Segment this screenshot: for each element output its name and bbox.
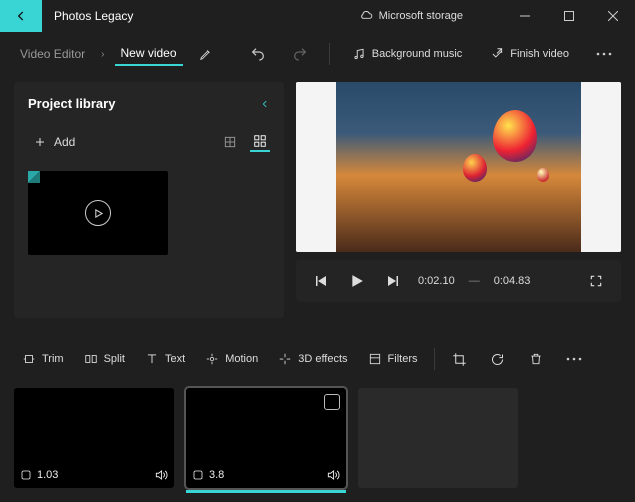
preview-content [493,110,537,162]
app-title: Photos Legacy [54,9,133,23]
single-view-button[interactable] [220,132,240,152]
duration-icon [192,469,204,481]
chevron-right-icon: › [101,49,104,60]
music-icon [352,47,366,61]
background-music-button[interactable]: Background music [342,41,473,67]
back-button[interactable] [0,0,42,32]
library-item[interactable] [28,171,168,255]
tab-video-editor[interactable]: Video Editor [14,43,91,65]
window-controls [503,0,635,32]
player-controls: 0:02.10 — 0:04.83 [296,260,621,302]
more-button[interactable] [587,37,621,71]
fullscreen-button[interactable] [581,266,611,296]
clip-strip: 1.03 3.8 [14,388,621,488]
split-button[interactable]: Split [76,346,133,372]
export-icon [490,47,504,61]
text-icon [145,352,159,366]
maximize-button[interactable] [547,0,591,32]
clip-item[interactable]: 1.03 [14,388,174,488]
play-button[interactable] [342,266,372,296]
redo-button[interactable] [283,37,317,71]
motion-button[interactable]: Motion [197,346,266,372]
split-icon [84,352,98,366]
trim-icon [22,352,36,366]
titlebar: Photos Legacy Microsoft storage [0,0,635,32]
crop-button[interactable] [443,342,477,376]
sparkle-icon [278,352,292,366]
preview-panel: 0:02.10 — 0:04.83 [296,82,621,318]
timeline-more-button[interactable] [557,342,591,376]
cloud-label: Microsoft storage [379,10,463,22]
app-window: Photos Legacy Microsoft storage Video Ed… [0,0,635,502]
volume-icon[interactable] [154,468,168,482]
filters-icon [368,352,382,366]
main-area: Project library Add [0,76,635,328]
time-separator: — [469,275,480,287]
filters-button[interactable]: Filters [360,346,426,372]
delete-button[interactable] [519,342,553,376]
motion-icon [205,352,219,366]
clip-placeholder[interactable] [358,388,518,488]
volume-icon[interactable] [326,468,340,482]
timeline-tools: Trim Split Text Motion 3D effects Filter… [14,338,621,388]
cloud-storage[interactable]: Microsoft storage [359,9,463,23]
tab-new-video[interactable]: New video [115,42,183,66]
project-library-panel: Project library Add [14,82,284,318]
current-time: 0:02.10 [418,275,455,287]
text-button[interactable]: Text [137,346,193,372]
collapse-library-button[interactable] [260,99,270,109]
timeline-panel: Trim Split Text Motion 3D effects Filter… [0,328,635,502]
3d-effects-button[interactable]: 3D effects [270,346,355,372]
video-preview[interactable] [296,82,621,252]
finish-video-button[interactable]: Finish video [480,41,579,67]
clip-duration: 1.03 [37,469,58,481]
prev-frame-button[interactable] [306,266,336,296]
trim-button[interactable]: Trim [14,346,72,372]
total-time: 0:04.83 [494,275,531,287]
next-frame-button[interactable] [378,266,408,296]
duration-icon [20,469,32,481]
close-button[interactable] [591,0,635,32]
add-media-button[interactable]: Add [28,131,81,153]
rotate-button[interactable] [481,342,515,376]
cloud-icon [359,9,373,23]
plus-icon [34,136,46,148]
clip-duration: 3.8 [209,469,224,481]
toolbar: Video Editor › New video Background musi… [0,32,635,76]
clip-checkbox[interactable] [324,394,340,410]
library-title: Project library [28,96,115,111]
rename-button[interactable] [199,47,213,61]
undo-button[interactable] [241,37,275,71]
clip-item-selected[interactable]: 3.8 [186,388,346,488]
play-icon [85,200,111,226]
grid-view-button[interactable] [250,132,270,152]
minimize-button[interactable] [503,0,547,32]
